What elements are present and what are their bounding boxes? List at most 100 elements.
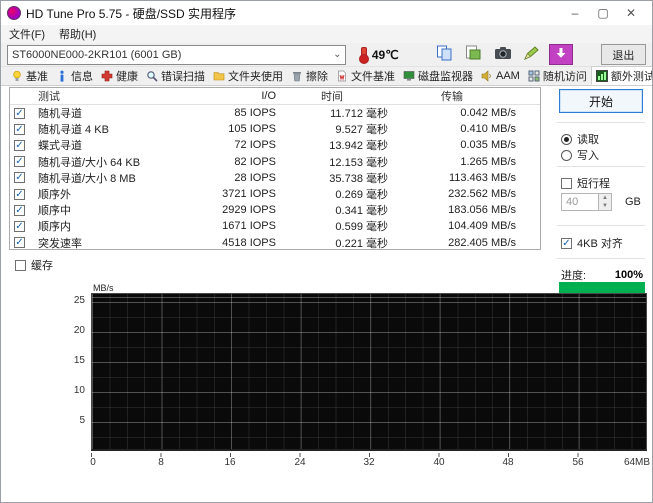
tab-info[interactable]: 信息 — [52, 67, 97, 85]
random-access-icon — [528, 70, 540, 82]
tab-error-scan[interactable]: 错误扫描 — [142, 67, 209, 85]
test-name: 突发速率 — [38, 235, 188, 251]
y-tick: 10 — [9, 385, 85, 396]
time-value: 11.712 毫秒 — [276, 105, 388, 121]
size-unit: GB — [625, 196, 641, 208]
test-name: 顺序内 — [38, 218, 188, 234]
y-tick: 5 — [9, 415, 85, 426]
write-radio[interactable] — [561, 150, 572, 161]
row-checkbox[interactable] — [14, 172, 25, 183]
tab-extra-tests[interactable]: 额外测试 — [591, 66, 653, 85]
read-radio[interactable] — [561, 134, 572, 145]
x-tick: 16 — [224, 457, 235, 468]
benchmark-chart: 25 20 15 10 5 MB/s 0 8 16 24 32 40 48 56… — [9, 284, 649, 466]
test-name: 随机寻道/大小 64 KB — [38, 154, 188, 170]
transfer-value: 0.042 MB/s — [388, 107, 516, 119]
io-value: 4518 IOPS — [188, 237, 276, 249]
divider — [557, 166, 645, 167]
row-checkbox[interactable] — [14, 221, 25, 232]
maximize-button[interactable]: ▢ — [596, 6, 610, 20]
align-checkbox[interactable] — [561, 238, 572, 249]
update-button[interactable] — [549, 44, 573, 65]
plot-area — [91, 293, 647, 451]
short-stroke-checkbox[interactable] — [561, 178, 572, 189]
close-button[interactable]: ✕ — [624, 6, 638, 20]
time-value: 13.942 毫秒 — [276, 137, 388, 153]
row-checkbox[interactable] — [14, 237, 25, 248]
y-tick: 25 — [9, 295, 85, 306]
exit-button[interactable]: 退出 — [601, 44, 646, 65]
time-value: 35.738 毫秒 — [276, 170, 388, 186]
io-value: 28 IOPS — [188, 172, 276, 184]
magnifier-icon — [146, 70, 158, 82]
table-row[interactable]: 突发速率4518 IOPS0.221 毫秒282.405 MB/s — [10, 235, 540, 251]
row-checkbox[interactable] — [14, 205, 25, 216]
transfer-value: 183.056 MB/s — [388, 204, 516, 216]
stepper-up-icon[interactable]: ▲ — [599, 194, 611, 202]
screenshot-button[interactable] — [491, 44, 515, 65]
y-tick: 20 — [9, 325, 85, 336]
tab-benchmark[interactable]: 基准 — [7, 67, 52, 85]
tab-erase[interactable]: 擦除 — [287, 67, 332, 85]
tab-aam[interactable]: AAM — [477, 67, 524, 85]
table-row[interactable]: 顺序内1671 IOPS0.599 毫秒104.409 MB/s — [10, 218, 540, 234]
read-option[interactable]: 读取 — [561, 131, 599, 147]
tab-label: 基准 — [26, 68, 48, 84]
tab-label: 文件基准 — [351, 68, 395, 84]
test-name: 顺序外 — [38, 186, 188, 202]
progress-label: 进度: — [561, 267, 586, 283]
transfer-value: 104.409 MB/s — [388, 220, 516, 232]
tab-folder-usage[interactable]: 文件夹使用 — [209, 67, 287, 85]
short-stroke-option[interactable]: 短行程 — [561, 175, 610, 191]
time-value: 0.221 毫秒 — [276, 235, 388, 251]
table-row[interactable]: 随机寻道/大小 8 MB28 IOPS35.738 毫秒113.463 MB/s — [10, 170, 540, 186]
align-option[interactable]: 4KB 对齐 — [561, 235, 623, 251]
tab-health[interactable]: 健康 — [97, 67, 142, 85]
y-axis-label: MB/s — [93, 283, 114, 293]
chart-icon — [596, 70, 608, 82]
row-checkbox[interactable] — [14, 108, 25, 119]
table-row[interactable]: 随机寻道85 IOPS11.712 毫秒0.042 MB/s — [10, 105, 540, 121]
start-button[interactable]: 开始 — [559, 89, 643, 113]
size-stepper[interactable]: 40 ▲▼ — [561, 193, 612, 211]
trash-icon — [291, 70, 303, 82]
title-bar: HD Tune Pro 5.75 - 硬盘/SSD 实用程序 – ▢ ✕ — [1, 1, 652, 25]
write-option[interactable]: 写入 — [561, 147, 599, 163]
row-checkbox[interactable] — [14, 189, 25, 200]
x-tick: 40 — [433, 457, 444, 468]
table-row[interactable]: 顺序外3721 IOPS0.269 毫秒232.562 MB/s — [10, 186, 540, 202]
x-tick: 48 — [502, 457, 513, 468]
io-value: 82 IOPS — [188, 156, 276, 168]
drive-selector[interactable]: ST6000NE000-2KR101 (6001 GB) ⌄ — [7, 45, 346, 65]
table-row[interactable]: 随机寻道/大小 64 KB82 IOPS12.153 毫秒1.265 MB/s — [10, 154, 540, 170]
tab-disk-monitor[interactable]: 磁盘监视器 — [399, 67, 477, 85]
tab-label: 健康 — [116, 68, 138, 84]
copy-image-button[interactable] — [462, 44, 486, 65]
align-label: 4KB 对齐 — [577, 235, 623, 251]
time-value: 0.269 毫秒 — [276, 186, 388, 202]
cache-option[interactable]: 缓存 — [15, 257, 53, 273]
info-icon — [56, 70, 68, 82]
tab-file-benchmark[interactable]: 文件基准 — [332, 67, 399, 85]
stepper-down-icon[interactable]: ▼ — [599, 202, 611, 210]
table-row[interactable]: 顺序中2929 IOPS0.341 毫秒183.056 MB/s — [10, 202, 540, 218]
row-checkbox[interactable] — [14, 124, 25, 135]
x-tick: 24 — [294, 457, 305, 468]
divider — [557, 258, 645, 259]
row-checkbox[interactable] — [14, 156, 25, 167]
size-value[interactable]: 40 — [561, 193, 599, 211]
copy-button[interactable] — [433, 44, 457, 65]
time-value: 12.153 毫秒 — [276, 154, 388, 170]
menu-help[interactable]: 帮助(H) — [59, 26, 96, 42]
tab-label: AAM — [496, 70, 520, 82]
menu-file[interactable]: 文件(F) — [9, 26, 45, 42]
table-row[interactable]: 随机寻道 4 KB105 IOPS9.527 毫秒0.410 MB/s — [10, 121, 540, 137]
col-test: 测试 — [38, 88, 188, 104]
io-value: 2929 IOPS — [188, 204, 276, 216]
options-button[interactable] — [520, 44, 544, 65]
tab-random-access[interactable]: 随机访问 — [524, 67, 591, 85]
cache-checkbox[interactable] — [15, 260, 26, 271]
table-row[interactable]: 蝶式寻道72 IOPS13.942 毫秒0.035 MB/s — [10, 137, 540, 153]
minimize-button[interactable]: – — [568, 6, 582, 20]
row-checkbox[interactable] — [14, 140, 25, 151]
